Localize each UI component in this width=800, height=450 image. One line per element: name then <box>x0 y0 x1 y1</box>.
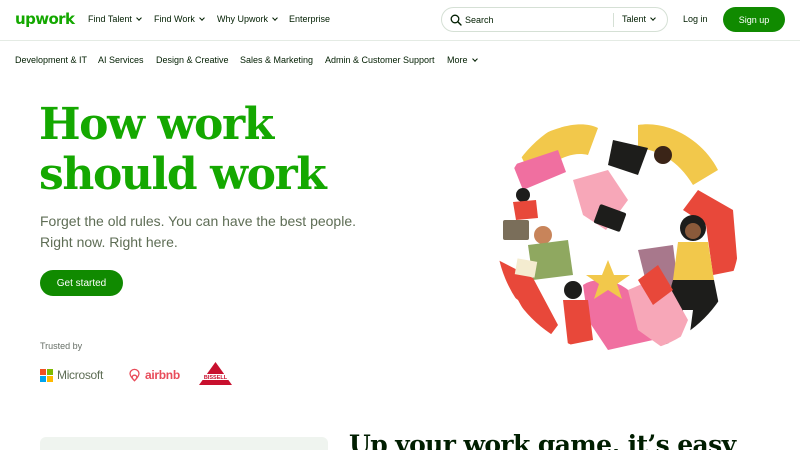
search-scope-label: Talent <box>622 14 647 24</box>
chevron-down-icon <box>136 14 142 21</box>
hero-subtitle: Forget the old rules. You can have the b… <box>40 213 357 250</box>
category-ai-services[interactable]: AI Services <box>98 55 144 65</box>
category-bar: Development & IT AI Services Design & Cr… <box>0 41 800 79</box>
trusted-by-label: Trusted by <box>40 341 83 351</box>
category-design-creative[interactable]: Design & Creative <box>156 55 229 65</box>
nav-enterprise-label: Enterprise <box>289 14 331 24</box>
chevron-down-icon <box>272 14 278 21</box>
hero-title-line-1: How work <box>39 99 274 150</box>
hero-title: How work should work <box>39 100 379 200</box>
nav-find-talent-label: Find Talent <box>88 14 132 24</box>
category-sales-marketing[interactable]: Sales & Marketing <box>240 55 313 65</box>
signup-button[interactable]: Sign up <box>723 7 785 32</box>
microsoft-logo: Microsoft <box>40 366 103 384</box>
chevron-down-icon <box>650 14 656 21</box>
chevron-down-icon <box>471 55 478 62</box>
nav-find-work[interactable]: Find Work <box>154 14 205 24</box>
bissell-logo-mark: BISSELL <box>199 362 232 385</box>
search-divider <box>613 13 614 27</box>
category-more-label: More <box>447 55 468 65</box>
svg-text:BISSELL: BISSELL <box>204 375 228 381</box>
airbnb-logo: airbnb <box>127 366 180 384</box>
search-scope-dropdown[interactable]: Talent <box>622 14 656 24</box>
microsoft-squares-icon <box>40 368 53 382</box>
nav-why-upwork-label: Why Upwork <box>217 14 269 24</box>
search-icon[interactable] <box>450 14 462 26</box>
top-navigation: upwork Find Talent Find Work Why Upwork … <box>0 0 800 40</box>
airbnb-wordmark: airbnb <box>145 368 180 382</box>
hero-title-line-2: should work <box>39 149 327 200</box>
chevron-down-icon <box>199 14 205 21</box>
airbnb-belo-icon <box>129 368 140 382</box>
upwork-logo[interactable]: upwork <box>15 10 75 28</box>
nav-find-work-label: Find Work <box>154 14 195 24</box>
login-link[interactable]: Log in <box>683 14 708 24</box>
nav-why-upwork[interactable]: Why Upwork <box>217 14 278 24</box>
microsoft-wordmark: Microsoft <box>57 368 103 382</box>
category-admin-support[interactable]: Admin & Customer Support <box>325 55 435 65</box>
nav-find-talent[interactable]: Find Talent <box>88 14 142 24</box>
lower-section-heading: Up your work game, it’s easy <box>349 430 736 450</box>
hero-illustration <box>496 110 740 354</box>
search-input[interactable] <box>465 13 605 27</box>
category-development-it[interactable]: Development & IT <box>15 55 87 65</box>
lower-section-card <box>40 437 328 450</box>
bissell-logo: BISSELL <box>197 361 234 387</box>
nav-enterprise[interactable]: Enterprise <box>289 14 330 24</box>
category-more[interactable]: More <box>447 55 478 65</box>
get-started-button[interactable]: Get started <box>40 270 123 296</box>
search-bar: Talent <box>441 7 668 32</box>
